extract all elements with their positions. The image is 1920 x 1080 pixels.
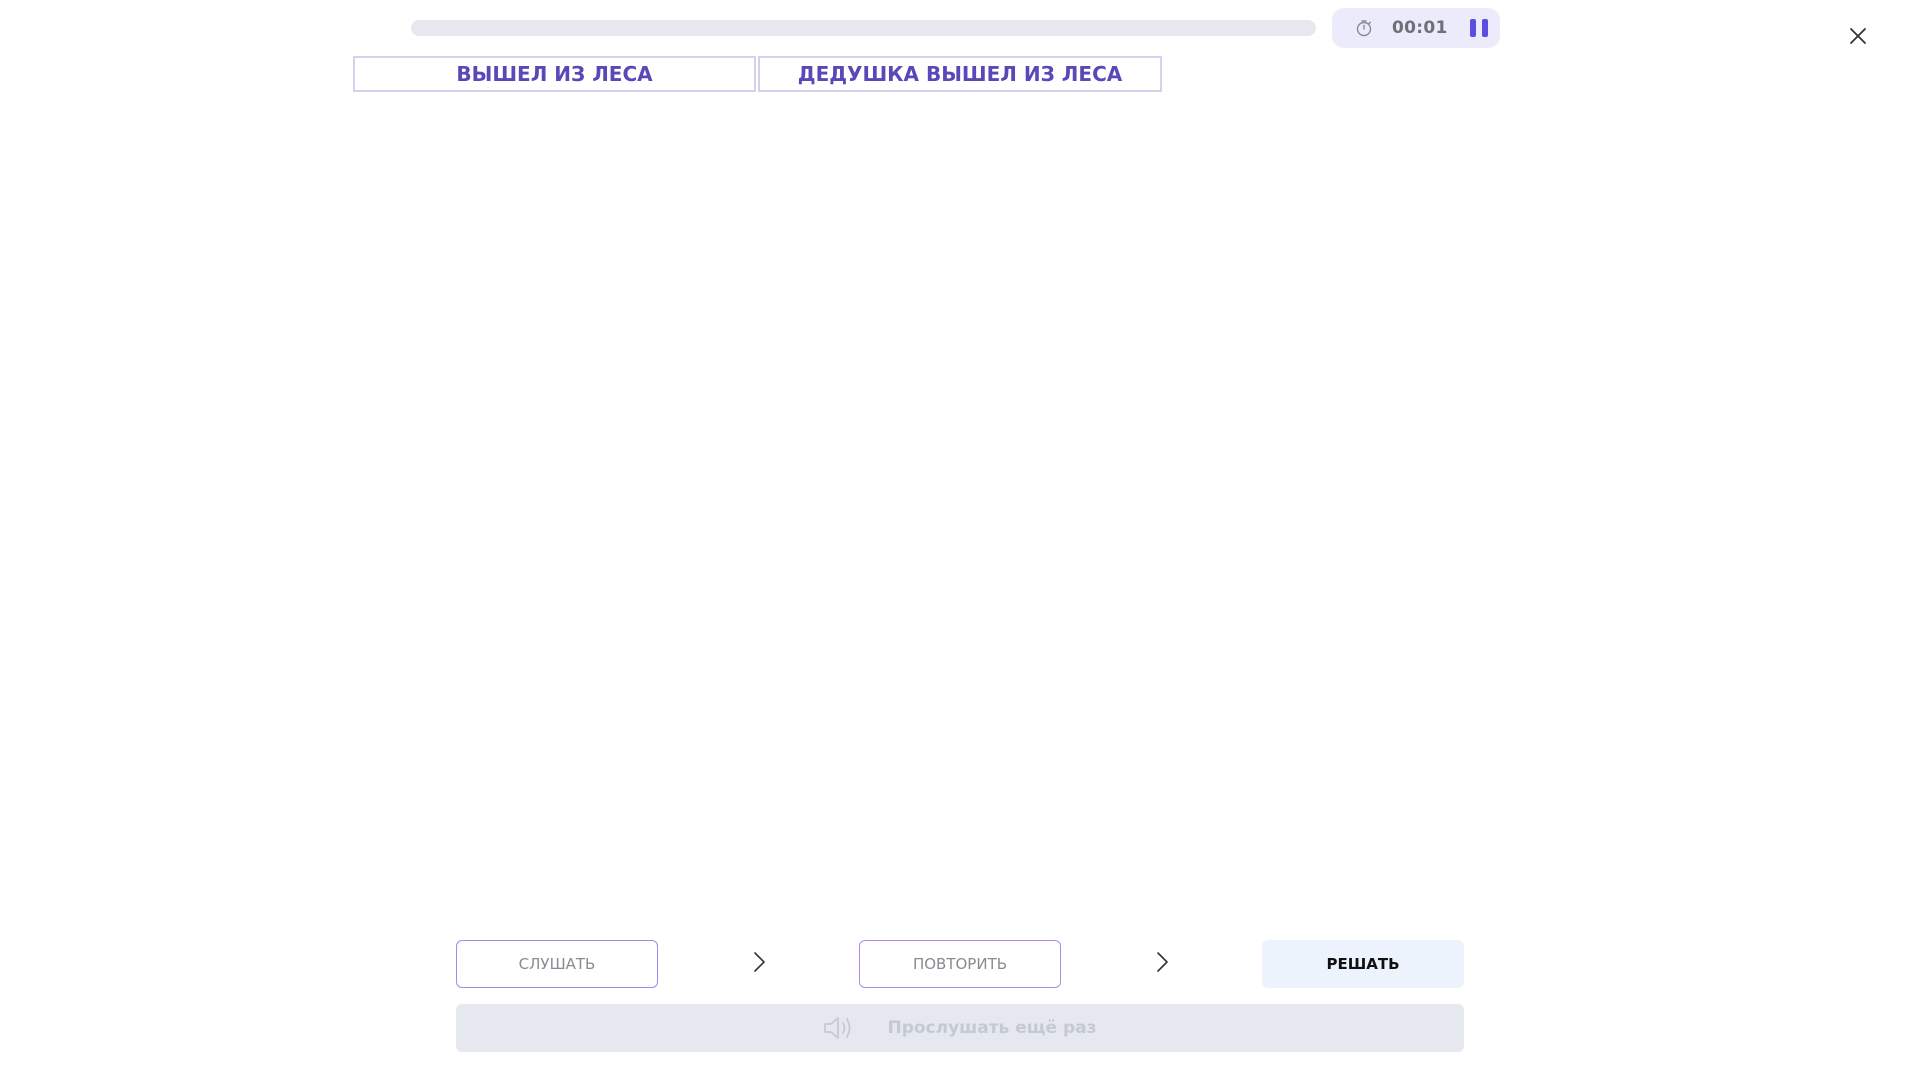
replay-label: Прослушать ещё раз: [887, 1018, 1097, 1038]
pause-icon[interactable]: [1469, 19, 1488, 37]
repeat-step-button[interactable]: ПОВТОРИТЬ: [859, 940, 1061, 988]
listen-step-button[interactable]: СЛУШАТЬ: [456, 940, 658, 988]
solve-step-button[interactable]: РЕШАТЬ: [1262, 940, 1464, 988]
progress-bar: [411, 20, 1316, 36]
chevron-right-icon: [1154, 950, 1170, 974]
phrase-card-1[interactable]: ВЫШЕЛ ИЗ ЛЕСА: [353, 56, 756, 92]
timer-value: 00:01: [1392, 18, 1448, 38]
phrase-card-2[interactable]: ДЕДУШКА ВЫШЕЛ ИЗ ЛЕСА: [758, 56, 1162, 92]
timer: 00:01: [1332, 8, 1500, 48]
stopwatch-icon: [1354, 18, 1374, 38]
pause-bar-right: [1481, 19, 1488, 37]
chevron-right-icon: [751, 950, 767, 974]
close-icon[interactable]: [1846, 24, 1870, 48]
pause-bar-left: [1469, 19, 1476, 37]
replay-button[interactable]: Прослушать ещё раз: [456, 1004, 1464, 1052]
speaker-icon: [823, 1015, 855, 1041]
